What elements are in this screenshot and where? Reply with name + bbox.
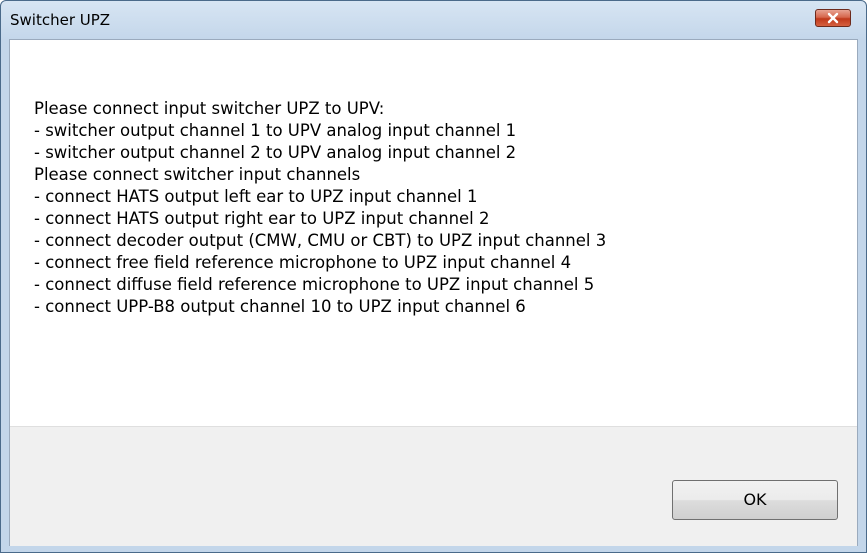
- message-line-inputs-intro: Please connect switcher input channels: [34, 165, 361, 184]
- message-line-input-2: - connect HATS output right ear to UPZ i…: [34, 209, 490, 228]
- message-area: Please connect input switcher UPZ to UPV…: [10, 40, 857, 426]
- message-line-intro: Please connect input switcher UPZ to UPV…: [34, 99, 385, 118]
- message-line-output-2: - switcher output channel 2 to UPV analo…: [34, 143, 517, 162]
- close-button[interactable]: [815, 9, 851, 27]
- button-bar: OK: [10, 426, 857, 546]
- message-line-input-1: - connect HATS output left ear to UPZ in…: [34, 187, 478, 206]
- dialog-content: Please connect input switcher UPZ to UPV…: [9, 39, 858, 546]
- message-line-output-1: - switcher output channel 1 to UPV analo…: [34, 121, 517, 140]
- message-line-input-3: - connect decoder output (CMW, CMU or CB…: [34, 231, 607, 250]
- ok-button[interactable]: OK: [672, 480, 838, 520]
- message-line-input-5: - connect diffuse field reference microp…: [34, 275, 595, 294]
- title-bar[interactable]: Switcher UPZ: [1, 1, 866, 39]
- message-line-input-4: - connect free field reference microphon…: [34, 253, 572, 272]
- window-title: Switcher UPZ: [10, 11, 111, 29]
- close-icon: [827, 12, 839, 24]
- message-line-input-6: - connect UPP-B8 output channel 10 to UP…: [34, 297, 526, 316]
- dialog-window: Switcher UPZ Please connect input switch…: [0, 0, 867, 553]
